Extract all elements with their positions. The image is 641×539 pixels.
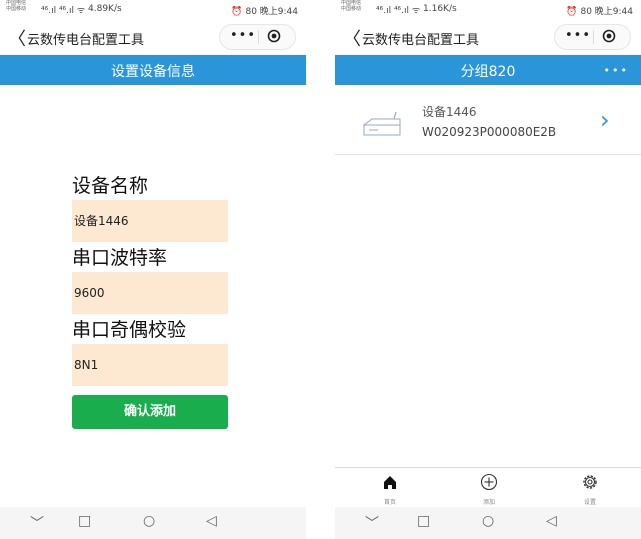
system-nav-bar: ﹀ □ ○ ◁ <box>0 507 306 539</box>
network-speed: 1.16K/s <box>423 4 457 14</box>
parity-label: 串口奇偶校验 <box>72 319 187 341</box>
carrier-2: 中国移动 <box>341 6 362 12</box>
network-speed: 4.89K/s <box>88 4 122 14</box>
nav-bar: 〈 云数传电台配置工具 ••• <box>335 19 641 55</box>
baud-rate-input[interactable]: 9600 <box>72 272 228 314</box>
device-id: W020923P000080E2B <box>422 125 557 139</box>
mini-program-capsule: ••• <box>554 24 631 50</box>
group-title: 分组820 <box>460 64 516 80</box>
nav-recent-button[interactable]: □ <box>78 513 91 529</box>
baud-rate-label: 串口波特率 <box>72 247 168 269</box>
device-name: 设备1446 <box>422 105 477 119</box>
status-right: ⏰ 80 晚上9:44 <box>566 7 633 17</box>
left-screen: 中国电信 中国移动 ⁴⁶.ıl ⁴⁶.ıl ᯤ 4.89K/s ⏰ 80 晚上9… <box>0 0 306 539</box>
nav-bar: 〈 云数传电台配置工具 ••• <box>0 19 306 55</box>
status-bar: 中国电信 中国移动 ⁴⁶.ıl ⁴⁶.ıl ᯤ 4.89K/s ⏰ 80 晚上9… <box>0 0 306 19</box>
capsule-divider <box>593 30 594 44</box>
tab-settings[interactable]: 设置 <box>570 471 610 506</box>
parity-input[interactable]: 8N1 <box>72 344 228 386</box>
tab-home[interactable]: 首页 <box>370 471 410 506</box>
tab-add[interactable]: 添加 <box>469 471 509 506</box>
nav-recent-button[interactable]: □ <box>417 513 430 529</box>
device-list-item[interactable]: 设备1446 W020923P000080E2B › <box>335 91 641 155</box>
close-target-icon[interactable] <box>602 29 616 43</box>
more-button[interactable]: ••• <box>230 28 256 43</box>
tab-add-label: 添加 <box>482 499 495 506</box>
carrier-info: 中国电信 中国移动 <box>6 0 26 12</box>
chevron-right-icon[interactable]: › <box>600 106 610 134</box>
home-icon <box>384 476 396 489</box>
carrier-2: 中国移动 <box>6 6 27 12</box>
carrier-info: 中国电信 中国移动 <box>341 0 361 12</box>
device-form: 设备名称 设备1446 串口波特率 9600 串口奇偶校验 8N1 <box>72 170 228 388</box>
right-screen: 中国电信 中国移动 ⁴⁶.ıl ⁴⁶.ıl ᯤ 1.16K/s ⏰ 80 晚上9… <box>335 0 641 539</box>
gear-icon <box>583 475 597 489</box>
close-target-icon[interactable] <box>267 29 281 43</box>
radio-device-icon <box>362 111 401 136</box>
nav-down-button[interactable]: ﹀ <box>365 513 379 533</box>
nav-back-button[interactable]: ◁ <box>206 513 217 529</box>
more-button[interactable]: ••• <box>565 28 591 43</box>
confirm-add-button[interactable]: 确认添加 <box>72 395 228 429</box>
nav-back-button[interactable]: ◁ <box>546 513 557 529</box>
app-title: 云数传电台配置工具 <box>27 33 145 48</box>
device-name-input[interactable]: 设备1446 <box>72 200 228 242</box>
nav-down-button[interactable]: ﹀ <box>30 513 44 533</box>
status-right: ⏰ 80 晚上9:44 <box>231 7 298 17</box>
tab-settings-label: 设置 <box>583 499 596 506</box>
back-button[interactable]: 〈 <box>8 25 26 51</box>
group-menu-button[interactable]: ••• <box>604 64 629 77</box>
back-button[interactable]: 〈 <box>343 25 361 51</box>
page-header: 设置设备信息 <box>0 55 306 85</box>
app-title: 云数传电台配置工具 <box>362 33 480 48</box>
status-bar: 中国电信 中国移动 ⁴⁶.ıl ⁴⁶.ıl ᯤ 1.16K/s ⏰ 80 晚上9… <box>335 0 641 19</box>
nav-home-button[interactable]: ○ <box>143 513 155 529</box>
mini-program-capsule: ••• <box>219 24 296 50</box>
group-header: 分组820 ••• <box>335 55 641 85</box>
signal-icon: ⁴⁶.ıl ⁴⁶.ıl ᯤ <box>376 6 421 16</box>
device-name-label: 设备名称 <box>72 175 149 197</box>
add-circle-icon <box>480 473 498 491</box>
nav-home-button[interactable]: ○ <box>482 513 494 529</box>
tab-home-label: 首页 <box>383 499 396 506</box>
system-nav-bar: ﹀ □ ○ ◁ <box>335 507 641 539</box>
tab-bar: 首页 添加 设置 <box>335 467 641 508</box>
capsule-divider <box>258 30 259 44</box>
page-title: 设置设备信息 <box>111 64 195 80</box>
signal-icon: ⁴⁶.ıl ⁴⁶.ıl ᯤ <box>41 6 86 16</box>
